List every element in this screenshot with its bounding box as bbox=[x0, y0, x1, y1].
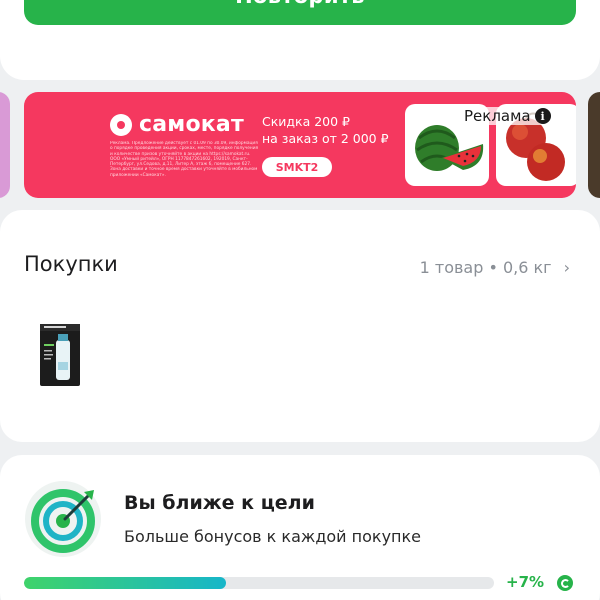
product-thumbnail[interactable] bbox=[38, 318, 82, 388]
bonus-progress-bar bbox=[24, 577, 494, 589]
ad-carousel-prev-item[interactable] bbox=[0, 92, 10, 198]
samokat-logo-text: самокат bbox=[139, 112, 244, 137]
ad-promo-code: SMKT2 bbox=[262, 157, 332, 177]
ad-headline: Скидка 200 ₽ на заказ от 2 000 ₽ bbox=[262, 113, 412, 147]
order-actions-card: Повторить bbox=[0, 0, 600, 80]
bonus-goal-card[interactable]: Вы ближе к цели Больше бонусов к каждой … bbox=[0, 455, 600, 600]
target-icon bbox=[24, 480, 102, 558]
purchases-summary-link[interactable]: 1 товар • 0,6 кг › bbox=[420, 258, 570, 277]
bonus-coin-icon bbox=[557, 575, 573, 591]
info-icon[interactable]: i bbox=[534, 108, 551, 124]
samokat-logo-icon bbox=[110, 113, 132, 136]
ad-fineprint: Реклама. Предложение действует с 01.09 п… bbox=[110, 141, 259, 178]
bonus-title: Вы ближе к цели bbox=[124, 492, 315, 514]
repeat-order-button[interactable]: Повторить bbox=[24, 0, 576, 25]
ad-carousel-next-item[interactable] bbox=[588, 92, 600, 198]
bonus-percent: +7% bbox=[506, 573, 545, 591]
ad-label-text: Реклама bbox=[464, 107, 531, 125]
bonus-progress-fill bbox=[24, 577, 227, 589]
ad-headline-line1: Скидка 200 ₽ bbox=[262, 114, 351, 129]
purchases-summary-text: 1 товар • 0,6 кг bbox=[419, 258, 552, 277]
bonus-subtitle: Больше бонусов к каждой покупке bbox=[124, 527, 421, 546]
ad-label[interactable]: Реклама i bbox=[462, 107, 553, 125]
purchases-card: Покупки 1 товар • 0,6 кг › bbox=[0, 210, 600, 442]
chevron-right-icon: › bbox=[563, 258, 570, 277]
purchases-title: Покупки bbox=[24, 252, 118, 276]
samokat-logo: самокат bbox=[110, 112, 244, 137]
ad-headline-line2: на заказ от 2 000 ₽ bbox=[262, 131, 389, 146]
